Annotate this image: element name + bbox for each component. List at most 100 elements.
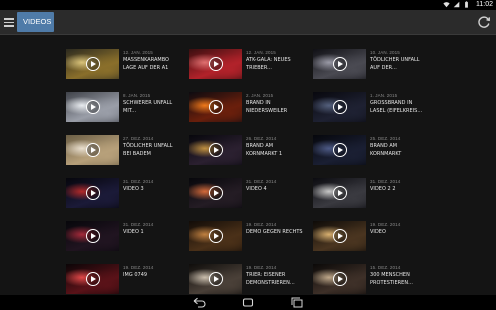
video-title[interactable]: BRAND IN NIEDERSWEILER — [246, 100, 304, 115]
home-icon[interactable] — [241, 297, 255, 308]
video-title[interactable]: VIDEO 1 — [123, 229, 181, 237]
video-title[interactable]: SCHWERER UNFALL MIT... — [123, 100, 181, 115]
video-date: 26. DEZ. 2014 — [246, 136, 277, 141]
video-title[interactable]: TÖDLICHER UNFALL BEI BADEM — [123, 143, 181, 158]
play-icon[interactable] — [85, 229, 100, 243]
play-icon[interactable] — [208, 100, 223, 114]
video-date: 19. DEZ. 2014 — [123, 265, 154, 270]
video-tile[interactable]: 31. DEZ. 2014 VIDEO 4 — [189, 178, 304, 210]
video-thumbnail[interactable] — [66, 135, 119, 165]
video-title[interactable]: DEMO GEGEN RECHTS — [246, 229, 304, 237]
video-tile[interactable]: 15. DEZ. 2014 300 MENSCHEN PROTESTIEREN..… — [313, 264, 428, 295]
video-thumbnail[interactable] — [66, 49, 119, 79]
back-icon[interactable] — [192, 297, 206, 308]
video-thumbnail[interactable] — [189, 49, 242, 79]
play-icon[interactable] — [208, 186, 223, 200]
video-date: 31. DEZ. 2014 — [370, 179, 401, 184]
video-title[interactable]: ATK-GALA: NEUES TRIEBER... — [246, 57, 304, 72]
video-grid: 12. JAN. 2015 MASSENKARAMBO LAGE AUF DER … — [0, 35, 496, 295]
menu-icon-line — [4, 18, 14, 20]
video-thumbnail[interactable] — [313, 178, 366, 208]
recent-apps-icon[interactable] — [290, 297, 304, 308]
video-tile[interactable]: 19. DEZ. 2014 TRIER: EISENER DEMONSTRIERE… — [189, 264, 304, 295]
video-tile[interactable]: 12. JAN. 2015 MASSENKARAMBO LAGE AUF DER … — [66, 49, 181, 81]
video-date: 31. DEZ. 2014 — [123, 179, 154, 184]
play-icon[interactable] — [85, 272, 100, 286]
video-thumbnail[interactable] — [189, 178, 242, 208]
play-icon[interactable] — [208, 229, 223, 243]
video-date: 2. JAN. 2015 — [246, 93, 274, 98]
video-thumbnail[interactable] — [313, 221, 366, 251]
video-tile[interactable]: 31. DEZ. 2014 VIDEO 3 — [66, 178, 181, 210]
video-tile[interactable]: 25. DEZ. 2014 BRAND AM KORNMARKT — [313, 135, 428, 167]
video-title[interactable]: VIDEO 3 — [123, 186, 181, 194]
video-tile[interactable]: 19. DEZ. 2014 VIDEO — [313, 221, 428, 253]
video-date: 27. DEZ. 2014 — [123, 136, 154, 141]
video-tile[interactable]: 31. DEZ. 2014 VIDEO 1 — [66, 221, 181, 253]
video-thumbnail[interactable] — [66, 178, 119, 208]
video-thumbnail[interactable] — [66, 92, 119, 122]
video-tile[interactable]: 10. JAN. 2015 TÖDLICHER UNFALL AUF DER... — [313, 49, 428, 81]
video-thumbnail[interactable] — [313, 264, 366, 294]
status-bar: 11:02 — [0, 0, 496, 10]
video-thumbnail[interactable] — [189, 135, 242, 165]
play-icon[interactable] — [332, 229, 347, 243]
video-thumbnail[interactable] — [313, 92, 366, 122]
video-tile[interactable]: 19. DEZ. 2014 DEMO GEGEN RECHTS — [189, 221, 304, 253]
play-icon[interactable] — [85, 186, 100, 200]
video-tile[interactable]: 27. DEZ. 2014 TÖDLICHER UNFALL BEI BADEM — [66, 135, 181, 167]
video-title[interactable]: TÖDLICHER UNFALL AUF DER... — [370, 57, 428, 72]
play-icon[interactable] — [208, 57, 223, 71]
video-date: 10. JAN. 2015 — [370, 50, 400, 55]
video-title[interactable]: IMG 0749 — [123, 272, 181, 280]
video-title[interactable]: MASSENKARAMBO LAGE AUF DER A1 — [123, 57, 181, 72]
video-date: 8. JAN. 2015 — [123, 93, 151, 98]
video-thumbnail[interactable] — [313, 135, 366, 165]
video-date: 19. DEZ. 2014 — [246, 222, 277, 227]
video-title[interactable]: VIDEO 4 — [246, 186, 304, 194]
video-title[interactable]: BRAND AM KORNMARKT 1 — [246, 143, 304, 158]
tab-videos[interactable]: VIDEOS — [17, 12, 54, 32]
play-icon[interactable] — [332, 57, 347, 71]
refresh-icon[interactable] — [476, 14, 492, 30]
status-time: 11:02 — [476, 1, 493, 8]
play-icon[interactable] — [332, 100, 347, 114]
video-thumbnail[interactable] — [313, 49, 366, 79]
play-icon[interactable] — [85, 100, 100, 114]
menu-icon-line — [4, 21, 14, 24]
video-date: 31. DEZ. 2014 — [246, 179, 277, 184]
video-title[interactable]: 300 MENSCHEN PROTESTIEREN... — [370, 272, 428, 287]
video-thumbnail[interactable] — [66, 264, 119, 294]
video-thumbnail[interactable] — [189, 92, 242, 122]
video-date: 12. JAN. 2015 — [123, 50, 153, 55]
navigation-bar — [0, 295, 496, 310]
video-title[interactable]: TRIER: EISENER DEMONSTRIEREN... — [246, 272, 304, 287]
video-title[interactable]: VIDEO 2 2 — [370, 186, 428, 194]
video-date: 19. DEZ. 2014 — [246, 265, 277, 270]
play-icon[interactable] — [85, 143, 100, 157]
play-icon[interactable] — [85, 57, 100, 71]
video-tile[interactable]: 26. DEZ. 2014 BRAND AM KORNMARKT 1 — [189, 135, 304, 167]
video-date: 25. DEZ. 2014 — [370, 136, 401, 141]
video-tile[interactable]: 31. DEZ. 2014 VIDEO 2 2 — [313, 178, 428, 210]
video-tile[interactable]: 8. JAN. 2015 SCHWERER UNFALL MIT... — [66, 92, 181, 124]
play-icon[interactable] — [208, 143, 223, 157]
video-tile[interactable]: 12. JAN. 2015 ATK-GALA: NEUES TRIEBER... — [189, 49, 304, 81]
video-tile[interactable]: 19. DEZ. 2014 IMG 0749 — [66, 264, 181, 295]
video-title[interactable]: VIDEO — [370, 229, 428, 237]
menu-icon-line — [4, 25, 14, 27]
video-tile[interactable]: 2. JAN. 2015 BRAND IN NIEDERSWEILER — [189, 92, 304, 124]
menu-icon[interactable] — [2, 13, 16, 32]
video-thumbnail[interactable] — [189, 264, 242, 294]
action-bar: VIDEOS — [0, 10, 496, 35]
play-icon[interactable] — [208, 272, 223, 286]
play-icon[interactable] — [332, 186, 347, 200]
video-title[interactable]: GROSSBRAND IN LASEL (EIFELKREIS... — [370, 100, 428, 115]
play-icon[interactable] — [332, 143, 347, 157]
video-tile[interactable]: 1. JAN. 2015 GROSSBRAND IN LASEL (EIFELKR… — [313, 92, 428, 124]
video-title[interactable]: BRAND AM KORNMARKT — [370, 143, 428, 158]
video-thumbnail[interactable] — [189, 221, 242, 251]
signal-icon — [453, 1, 460, 8]
play-icon[interactable] — [332, 272, 347, 286]
video-thumbnail[interactable] — [66, 221, 119, 251]
